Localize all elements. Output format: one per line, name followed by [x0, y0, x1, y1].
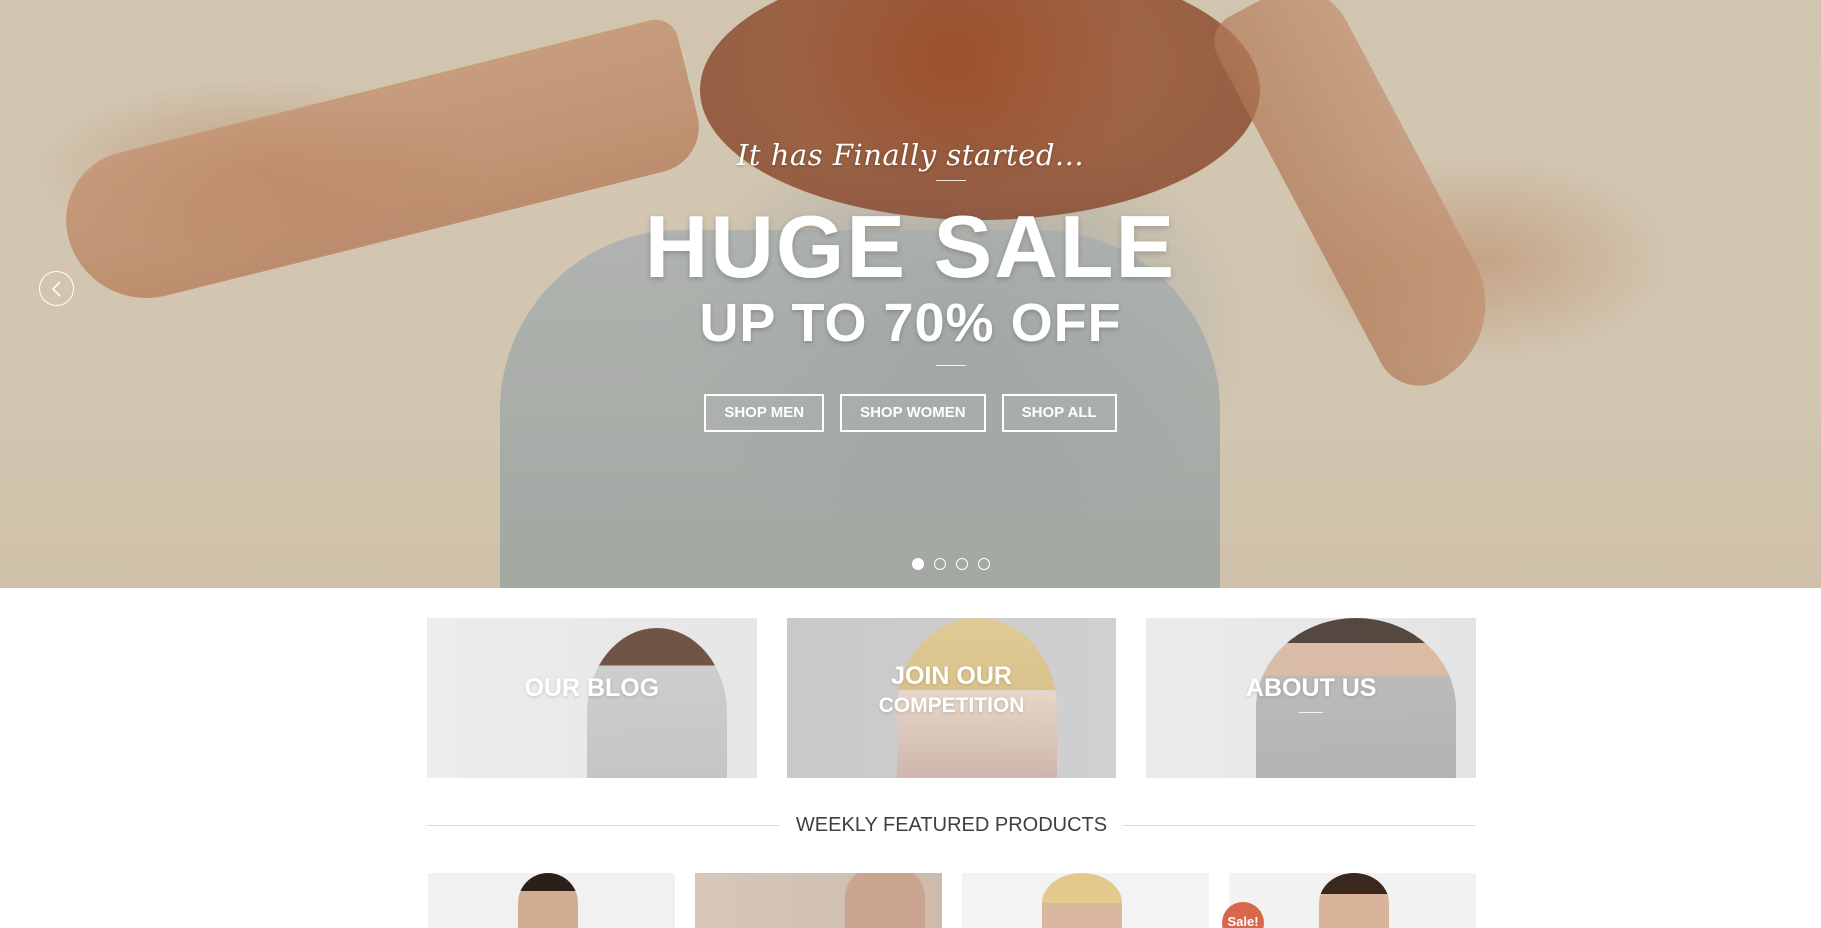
hero-subtitle: UP TO 70% OFF — [699, 293, 1122, 353]
featured-divider-right — [1123, 824, 1476, 826]
slider-dot-1[interactable] — [912, 558, 924, 570]
slider-dot-4[interactable] — [978, 558, 990, 570]
competition-banner-line1: JOIN OUR — [891, 662, 1012, 690]
slider-dot-2[interactable] — [934, 558, 946, 570]
featured-products-grid — [428, 873, 1477, 928]
promo-banners: OUR BLOG JOIN OUR COMPETITION ABOUT US — [427, 618, 1477, 778]
product-image — [1319, 873, 1389, 928]
competition-banner-line2: COMPETITION — [878, 694, 1025, 717]
competition-banner[interactable]: JOIN OUR COMPETITION — [786, 618, 1117, 778]
hero-tagline: It has Finally started... — [736, 138, 1085, 172]
hero-content: It has Finally started... HUGE SALE UP T… — [0, 0, 1821, 588]
product-card[interactable] — [1229, 873, 1476, 928]
product-image — [518, 873, 578, 928]
slider-pagination — [912, 558, 990, 570]
shop-all-button[interactable]: SHOP ALL — [1001, 394, 1117, 432]
blog-banner[interactable]: OUR BLOG — [427, 618, 757, 778]
banner-model-image — [587, 628, 727, 778]
product-card[interactable] — [962, 873, 1209, 928]
about-banner[interactable]: ABOUT US — [1146, 618, 1477, 778]
about-banner-label: ABOUT US — [1245, 674, 1377, 702]
about-banner-divider — [1299, 712, 1324, 713]
shop-men-button[interactable]: SHOP MEN — [704, 394, 825, 432]
chevron-left-icon — [51, 280, 61, 297]
featured-divider-left — [427, 824, 780, 826]
product-image — [1042, 873, 1122, 928]
hero-buttons: SHOP MEN SHOP WOMEN SHOP ALL — [0, 394, 1821, 432]
product-image — [845, 873, 925, 928]
hero-title: HUGE SALE — [644, 197, 1177, 296]
featured-title: WEEKLY FEATURED PRODUCTS — [795, 813, 1108, 836]
slider-prev-button[interactable] — [39, 271, 74, 306]
product-card[interactable] — [428, 873, 675, 928]
featured-heading: WEEKLY FEATURED PRODUCTS — [427, 814, 1476, 836]
product-card[interactable] — [695, 873, 942, 928]
hero-divider-top — [936, 180, 966, 181]
shop-women-button[interactable]: SHOP WOMEN — [840, 394, 986, 432]
slider-dot-3[interactable] — [956, 558, 968, 570]
hero-divider-bottom — [936, 365, 966, 366]
blog-banner-label: OUR BLOG — [524, 674, 660, 702]
hero-slider: It has Finally started... HUGE SALE UP T… — [0, 0, 1821, 588]
